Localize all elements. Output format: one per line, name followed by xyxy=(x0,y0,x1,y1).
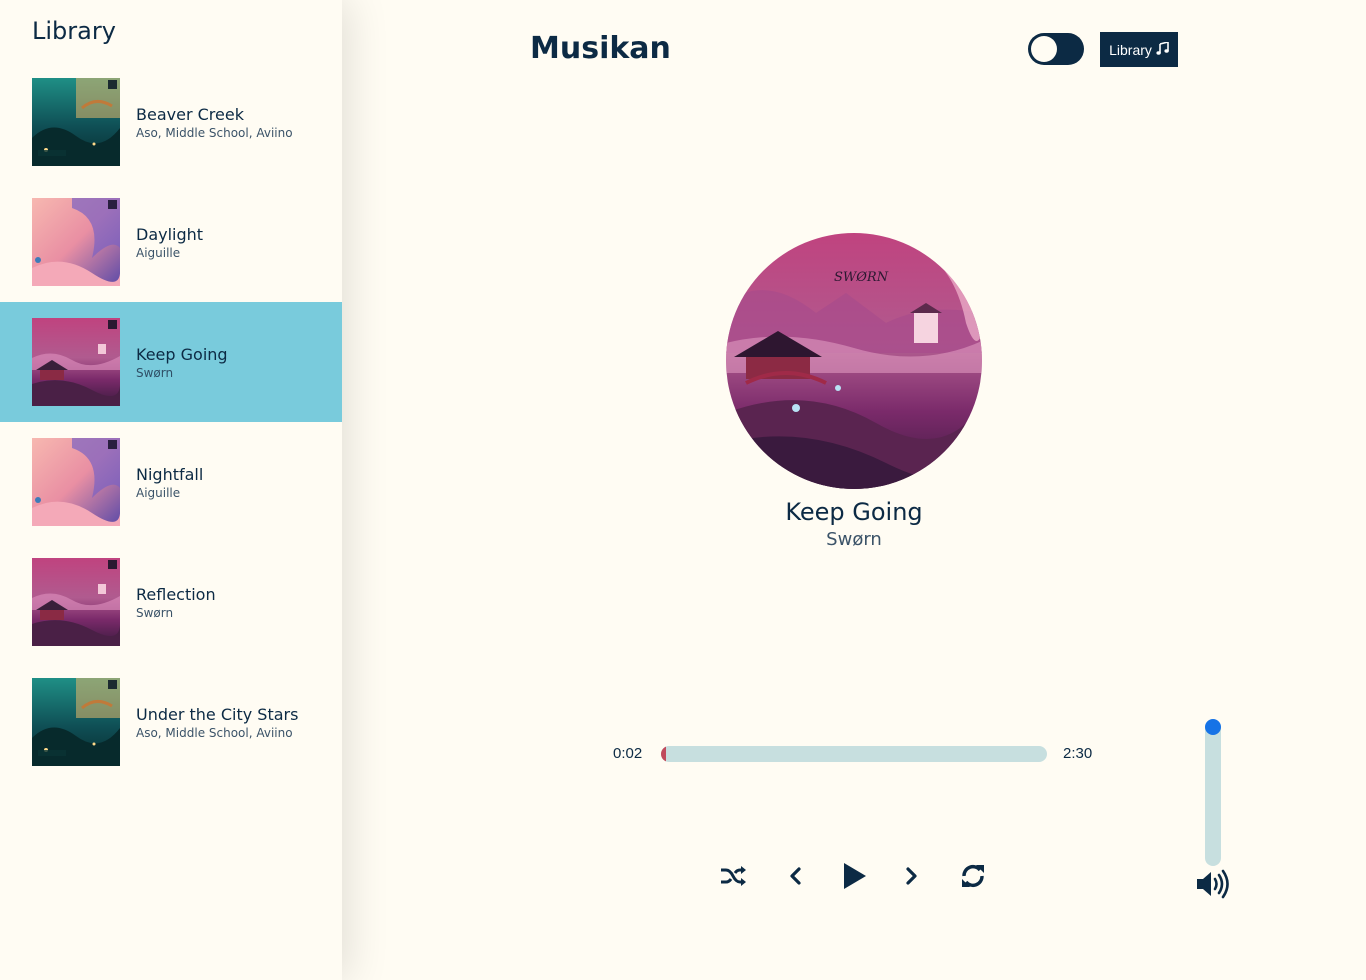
song-artist: Swørn xyxy=(136,366,174,380)
song-list: Beaver Creek Aso, Middle School, Aviino … xyxy=(0,62,342,782)
library-title: Library xyxy=(32,17,116,45)
library-song-item[interactable]: Keep Going Swørn xyxy=(0,302,342,422)
previous-button[interactable] xyxy=(779,860,811,892)
now-playing-cover: SWØRN xyxy=(726,233,982,489)
repeat-button[interactable] xyxy=(957,860,989,892)
progress-fill xyxy=(661,746,667,762)
song-artist: Aso, Middle School, Aviino xyxy=(136,726,293,740)
song-artist: Swørn xyxy=(136,606,174,620)
volume-handle[interactable] xyxy=(1205,719,1221,735)
song-title: Daylight xyxy=(136,225,204,244)
volume-button[interactable] xyxy=(1196,868,1232,900)
library-sidebar: Library Beaver Creek Aso, Middle School,… xyxy=(0,0,342,980)
album-cover xyxy=(32,198,120,286)
library-song-item[interactable]: Beaver Creek Aso, Middle School, Aviino xyxy=(0,62,342,182)
song-artist: Aso, Middle School, Aviino xyxy=(136,126,293,140)
album-cover xyxy=(32,318,120,406)
album-cover xyxy=(32,438,120,526)
now-playing-artist: Swørn xyxy=(826,529,882,550)
progress-bar[interactable] xyxy=(661,746,1047,762)
song-title: Nightfall xyxy=(136,465,204,484)
app-title: Musikan xyxy=(530,31,671,66)
music-note-icon xyxy=(1156,40,1169,58)
song-title: Under the City Stars xyxy=(136,705,299,724)
play-icon xyxy=(841,862,867,890)
next-button[interactable] xyxy=(896,860,928,892)
previous-icon xyxy=(788,867,802,885)
song-artist: Aiguille xyxy=(136,486,181,500)
svg-text:SWØRN: SWØRN xyxy=(834,270,889,285)
theme-toggle[interactable] xyxy=(1028,33,1084,65)
toggle-knob xyxy=(1031,36,1057,62)
repeat-icon xyxy=(959,862,987,890)
volume-slider[interactable] xyxy=(1205,720,1221,866)
shuffle-icon xyxy=(719,864,747,888)
shuffle-button[interactable] xyxy=(717,860,749,892)
library-song-item[interactable]: Under the City Stars Aso, Middle School,… xyxy=(0,662,342,782)
library-song-item[interactable]: Nightfall Aiguille xyxy=(0,422,342,542)
now-playing-title: Keep Going xyxy=(785,498,923,526)
play-button[interactable] xyxy=(838,860,870,892)
song-artist: Aiguille xyxy=(136,246,181,260)
next-icon xyxy=(905,867,919,885)
album-cover xyxy=(32,78,120,166)
library-song-item[interactable]: Daylight Aiguille xyxy=(0,182,342,302)
library-button-label: Library xyxy=(1109,41,1152,58)
song-title: Keep Going xyxy=(136,345,228,364)
song-title: Beaver Creek xyxy=(136,105,244,124)
album-cover xyxy=(32,558,120,646)
library-button[interactable]: Library xyxy=(1100,32,1178,67)
volume-icon xyxy=(1196,869,1232,904)
library-song-item[interactable]: Reflection Swørn xyxy=(0,542,342,662)
current-time: 0:02 xyxy=(613,745,643,762)
song-title: Reflection xyxy=(136,585,216,604)
album-cover xyxy=(32,678,120,766)
total-time: 2:30 xyxy=(1063,745,1093,762)
